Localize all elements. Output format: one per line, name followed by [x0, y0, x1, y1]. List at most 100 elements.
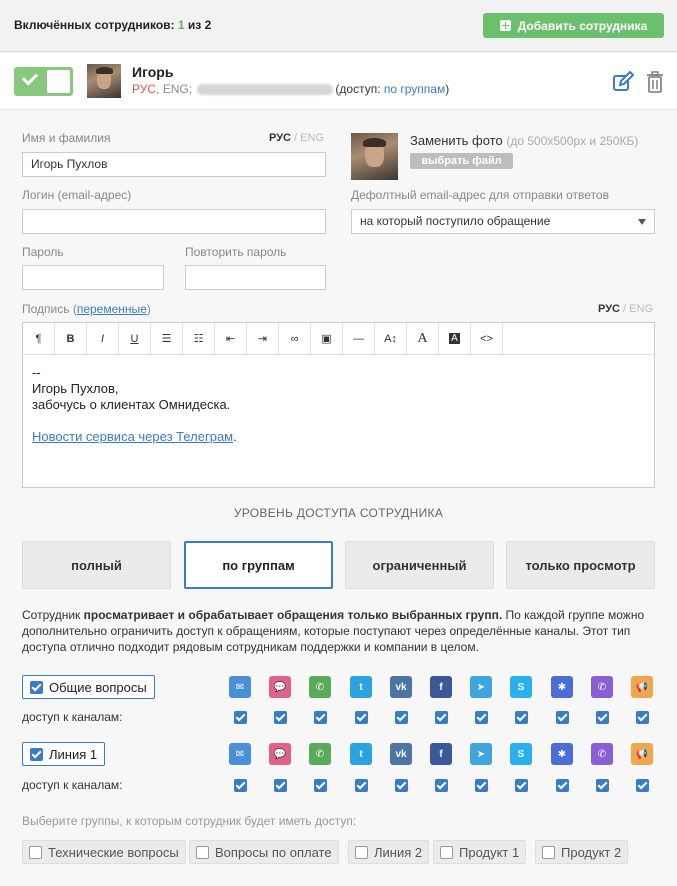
italic-icon[interactable]: I	[87, 323, 119, 354]
channel-checkbox[interactable]	[515, 779, 528, 792]
group-option[interactable]: Технические вопросы	[22, 840, 186, 864]
channel-checkbox[interactable]	[314, 711, 327, 724]
phone-icon: ✆	[309, 743, 331, 765]
name-input[interactable]: Игорь Пухлов	[22, 152, 326, 177]
access-description: Сотрудник просматривает и обрабатывает о…	[22, 608, 645, 654]
password-input[interactable]	[22, 265, 164, 290]
channel-checkbox[interactable]	[515, 711, 528, 724]
channel-checkbox[interactable]	[314, 779, 327, 792]
access-level-title: УРОВЕНЬ ДОСТУПА СОТРУДНИКА	[233, 506, 444, 520]
channel-checkbox[interactable]	[636, 711, 649, 724]
image-icon[interactable]: ▣	[311, 323, 343, 354]
email-icon: ✉	[229, 676, 251, 698]
checkbox-unchecked-icon[interactable]	[440, 845, 453, 859]
phone-icon: ✆	[309, 676, 331, 698]
code-icon[interactable]: <>	[471, 323, 503, 354]
edit-icon[interactable]	[612, 71, 634, 93]
chevron-down-icon	[638, 219, 646, 225]
group-line-1[interactable]: Линия 1	[22, 742, 106, 766]
group-option[interactable]: Продукт 2	[535, 840, 629, 864]
paragraph-icon[interactable]: ¶	[23, 323, 55, 354]
password-repeat-input[interactable]	[185, 265, 326, 290]
employee-name: Игорь	[132, 64, 174, 80]
password-label: Пароль	[22, 245, 64, 259]
channel-checkbox[interactable]	[596, 711, 609, 724]
add-employee-button[interactable]: Добавить сотрудника	[483, 13, 664, 38]
background-color-icon[interactable]: A	[439, 323, 471, 354]
channel-checkbox[interactable]	[395, 779, 408, 792]
access-level-limited[interactable]: ограниченный	[345, 541, 494, 589]
bold-icon[interactable]: B	[55, 323, 87, 354]
channel-checkbox[interactable]	[234, 711, 247, 724]
outdent-icon[interactable]: ⇤	[215, 323, 247, 354]
font-color-icon[interactable]: A	[407, 323, 439, 354]
underline-icon[interactable]: U	[119, 323, 151, 354]
access-level-view-only[interactable]: только просмотр	[506, 541, 655, 589]
twitter-icon: t	[350, 676, 372, 698]
access-level-groups[interactable]: по группам	[184, 541, 333, 589]
employee-header: Игорь РУС, ENG; (доступ: по группам)	[0, 53, 677, 110]
channel-checkbox[interactable]	[395, 711, 408, 724]
widget-icon: ✱	[551, 743, 573, 765]
megaphone-icon: 📢	[631, 676, 653, 698]
checkbox-unchecked-icon[interactable]	[196, 845, 209, 859]
group-general[interactable]: Общие вопросы	[22, 675, 155, 699]
font-size-icon[interactable]: A↕	[375, 323, 407, 354]
hr-icon[interactable]: —	[343, 323, 375, 354]
channel-checkbox[interactable]	[274, 711, 287, 724]
channel-checkbox[interactable]	[636, 779, 649, 792]
signature-editor-body[interactable]: -- Игорь Пухлов, забочусь о клиентах Омн…	[23, 355, 654, 455]
telegram-news-link[interactable]: Новости сервиса через Телеграм	[32, 429, 233, 444]
plus-icon	[499, 20, 511, 31]
channel-checkbox[interactable]	[475, 779, 488, 792]
facebook-icon: f	[430, 676, 452, 698]
viber-icon: ✆	[591, 743, 613, 765]
channel-checkbox[interactable]	[234, 779, 247, 792]
password-repeat-label: Повторить пароль	[185, 245, 287, 259]
channel-checkbox[interactable]	[556, 779, 569, 792]
indent-icon[interactable]: ⇥	[247, 323, 279, 354]
channel-checkbox[interactable]	[355, 779, 368, 792]
group-option[interactable]: Вопросы по оплате	[189, 840, 339, 864]
group-option[interactable]: Линия 2	[348, 840, 430, 864]
signature-lang-switch[interactable]: РУС / ENG	[598, 303, 653, 315]
channel-checkbox[interactable]	[355, 711, 368, 724]
checkbox-checked-icon[interactable]	[30, 747, 43, 761]
name-label: Имя и фамилия	[22, 131, 111, 145]
channel-access-label: доступ к каналам:	[22, 710, 123, 724]
default-email-select[interactable]: на который поступило обращение	[351, 209, 655, 234]
channel-checkbox[interactable]	[435, 779, 448, 792]
name-lang-switch[interactable]: РУС / ENG	[269, 132, 324, 144]
channel-checkbox[interactable]	[596, 779, 609, 792]
choose-file-button[interactable]: выбрать файл	[410, 153, 513, 169]
employee-active-toggle[interactable]	[14, 67, 73, 96]
default-email-label: Дефолтный email-адрес для отправки ответ…	[351, 188, 609, 202]
twitter-icon: t	[350, 743, 372, 765]
checkbox-checked-icon[interactable]	[30, 680, 43, 694]
employee-count: Включённых сотрудников: 1 из 2	[14, 18, 212, 32]
viber-icon: ✆	[591, 676, 613, 698]
channel-checkbox[interactable]	[556, 711, 569, 724]
signature-editor[interactable]: ¶ B I U ☰ ☷ ⇤ ⇥ ∞ ▣ — A↕ A A <> -- Игорь Пухлов, забоч…	[22, 322, 655, 488]
blurred-email	[197, 84, 334, 96]
access-type-link[interactable]: по группам	[384, 82, 445, 96]
vk-icon: vk	[390, 676, 412, 698]
checkbox-unchecked-icon[interactable]	[29, 845, 42, 859]
pick-groups-label: Выберите группы, к которым сотрудник буд…	[22, 814, 357, 828]
channel-checkbox[interactable]	[274, 779, 287, 792]
access-level-full[interactable]: полный	[22, 541, 171, 589]
login-input[interactable]	[22, 209, 326, 234]
variables-link[interactable]: переменные	[77, 302, 147, 316]
check-icon	[21, 69, 39, 86]
chat-icon: 💬	[269, 743, 291, 765]
channel-checkbox[interactable]	[435, 711, 448, 724]
checkbox-unchecked-icon[interactable]	[355, 845, 368, 859]
link-icon[interactable]: ∞	[279, 323, 311, 354]
channel-checkbox[interactable]	[475, 711, 488, 724]
checkbox-unchecked-icon[interactable]	[542, 845, 555, 859]
group-option[interactable]: Продукт 1	[433, 840, 527, 864]
bullet-list-icon[interactable]: ☰	[151, 323, 183, 354]
trash-icon[interactable]	[646, 71, 664, 93]
numbered-list-icon[interactable]: ☷	[183, 323, 215, 354]
skype-icon: S	[510, 743, 532, 765]
